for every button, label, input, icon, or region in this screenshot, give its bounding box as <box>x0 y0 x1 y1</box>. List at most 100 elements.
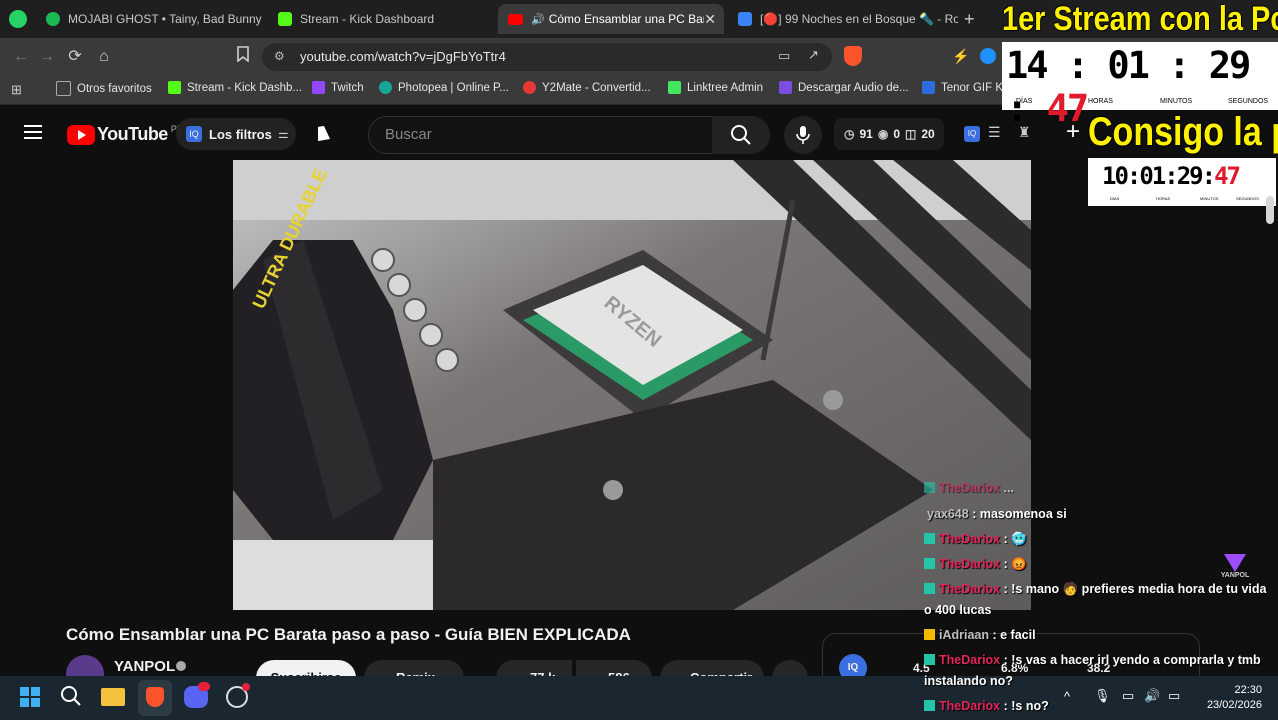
brave-browser-icon[interactable] <box>138 680 172 716</box>
windows-start-icon[interactable] <box>20 687 40 707</box>
chat-badge-icon <box>924 654 935 665</box>
timer2-minutes: 29 <box>1176 162 1204 190</box>
forward-icon[interactable]: → <box>36 46 58 68</box>
profile-icon[interactable] <box>980 48 996 64</box>
label-seconds: SEGUNDOS <box>1236 196 1259 201</box>
bookmark-photopea[interactable]: Photopea | Online P... <box>379 81 509 94</box>
chat-text: 😡 <box>1011 557 1027 571</box>
iq-extension-icon[interactable]: IQ <box>964 126 980 142</box>
verified-icon <box>176 661 186 671</box>
chat-text: masomenoa si <box>979 507 1067 521</box>
brave-shield-icon[interactable] <box>844 46 862 66</box>
site-info-icon[interactable]: ⚙ <box>274 49 285 63</box>
url-text: youtube.com/watch?v=jDgFbYoTtr4 <box>300 49 506 64</box>
chat-username: TheDariox <box>939 582 1001 596</box>
watermark-text: YANPOL <box>1220 572 1250 579</box>
bookmark-tenor[interactable]: Tenor GIF K <box>922 81 1003 94</box>
new-tab-button[interactable]: + <box>964 9 975 30</box>
bookmark-otros-favoritos[interactable]: Otros favoritos <box>56 81 152 96</box>
tab-roblox[interactable]: [🔴] 99 Noches en el Bosque 🔦 - Ro <box>728 4 958 34</box>
youtube-wordmark: YouTube <box>97 124 168 144</box>
label-days: DÍAS <box>1016 98 1033 105</box>
search-icon[interactable] <box>60 685 84 709</box>
bookmark-linktree[interactable]: Linktree Admin <box>668 81 763 94</box>
reload-icon[interactable]: ⟳ <box>64 46 86 68</box>
youtube-play-icon <box>67 124 95 145</box>
microphone-icon <box>796 126 810 144</box>
timer2-days: 10 <box>1102 162 1129 190</box>
tab-title: [🔴] 99 Noches en el Bosque 🔦 - Ro <box>760 12 958 26</box>
youtube-icon <box>508 13 523 25</box>
youtube-logo[interactable]: YouTube PE <box>67 124 183 145</box>
roblox-icon <box>738 12 752 26</box>
discord-badge <box>198 682 210 691</box>
video-player[interactable]: ULTRA DURABLE RYZEN <box>233 160 1031 610</box>
chat-badge-icon <box>924 700 935 711</box>
label-minutes: MINUTOS <box>1200 196 1219 201</box>
apps-grid-icon[interactable]: ⊞ <box>11 83 25 97</box>
chat-text: !s no? <box>1011 699 1049 713</box>
channel-watermark: YANPOL <box>1218 554 1252 579</box>
chat-username: iAdriaan <box>939 628 990 642</box>
scrollbar[interactable] <box>1266 196 1274 224</box>
chat-message-3: TheDariox : 😡 <box>924 554 1027 575</box>
menu-icon[interactable] <box>24 125 42 139</box>
countdown-timer-2: 10:01:29:47 DÍAS HORAS MINUTOS SEGUNDOS <box>1088 158 1276 206</box>
tab-kick-dashboard[interactable]: Stream - Kick Dashboard <box>268 4 496 34</box>
video-title: Cómo Ensamblar una PC Barata paso a paso… <box>66 625 631 644</box>
search-button[interactable] <box>712 116 770 154</box>
timer2-hours: 01 <box>1139 162 1166 190</box>
list-icon[interactable]: ☰ <box>988 124 1001 141</box>
label-seconds: SEGUNDOS <box>1228 98 1269 105</box>
filters-button[interactable]: IQ Los filtros ⚌ <box>176 118 296 150</box>
chat-text: e facil <box>1000 628 1036 642</box>
countdown-heading-2: Consigo la pc <box>1088 110 1278 154</box>
folder-icon <box>56 81 71 96</box>
tab-spotify[interactable]: MOJABI GHOST • Tainy, Bad Bunny <box>36 4 266 34</box>
video-frame-motherboard: ULTRA DURABLE RYZEN <box>233 160 1031 610</box>
tenor-icon <box>922 81 935 94</box>
file-explorer-icon[interactable] <box>101 688 125 706</box>
chat-message-2: TheDariox : 🥶 <box>924 529 1027 550</box>
cast-icon[interactable]: ▭ <box>778 48 790 64</box>
home-icon[interactable]: ⌂ <box>93 46 115 68</box>
search-icon <box>731 125 751 145</box>
tab-title: MOJABI GHOST • Tainy, Bad Bunny <box>68 12 262 26</box>
label-hours: HORAS <box>1088 98 1113 105</box>
voice-search-button[interactable] <box>784 116 822 154</box>
bookmark-descargar-audio[interactable]: Descargar Audio de... <box>779 81 909 94</box>
tab-title: Cómo Ensamblar una PC Barat <box>548 12 705 26</box>
channel-name[interactable]: YANPOL <box>114 658 175 675</box>
search-input[interactable]: Buscar <box>368 116 714 154</box>
timer2-seconds: 47 <box>1214 162 1241 190</box>
back-icon[interactable]: ← <box>10 46 32 68</box>
comment-icon: ◫ <box>905 127 917 141</box>
extension-icon[interactable]: ⚡ <box>952 48 969 64</box>
twitch-icon <box>312 81 325 94</box>
chat-message-6: TheDariox : !s vas a hacer irl yendo a c… <box>924 653 1261 688</box>
bookmark-twitch[interactable]: Twitch <box>312 81 364 94</box>
bookmark-y2mate[interactable]: Y2Mate - Convertid... <box>523 81 651 94</box>
chat-message-7: TheDariox : !s no? <box>924 696 1049 717</box>
mouse-cursor-icon <box>318 124 330 142</box>
share-icon[interactable]: ↗ <box>808 47 819 63</box>
bookmark-kick[interactable]: Stream - Kick Dashb... <box>168 81 302 94</box>
tune-icon: ⚌ <box>277 127 289 141</box>
video-stats-panel: ◷ 91 ◉ 0 ◫ 20 <box>834 118 944 150</box>
tab-youtube-active[interactable]: 🔊 Cómo Ensamblar una PC Barat ✕ <box>498 4 724 34</box>
chat-username: yax648 <box>927 507 969 521</box>
linktree-icon <box>668 81 681 94</box>
chat-message-5: iAdriaan : e facil <box>924 625 1036 646</box>
chat-username: TheDariox <box>939 699 1001 713</box>
label-minutes: MINUTOS <box>1160 98 1193 105</box>
close-tab-icon[interactable]: ✕ <box>704 11 716 28</box>
audio-download-icon <box>779 81 792 94</box>
whatsapp-icon[interactable] <box>9 10 27 28</box>
eye-icon: ◉ <box>877 127 889 141</box>
bookmark-icon[interactable] <box>232 46 254 68</box>
address-bar[interactable]: ⚙ youtube.com/watch?v=jDgFbYoTtr4 ▭ ↗ <box>262 43 832 71</box>
chat-badge-icon <box>924 583 935 594</box>
label-hours: HORAS <box>1156 196 1171 201</box>
iq-extension-icon: IQ <box>186 126 202 142</box>
clock-icon: ◷ <box>844 127 855 141</box>
